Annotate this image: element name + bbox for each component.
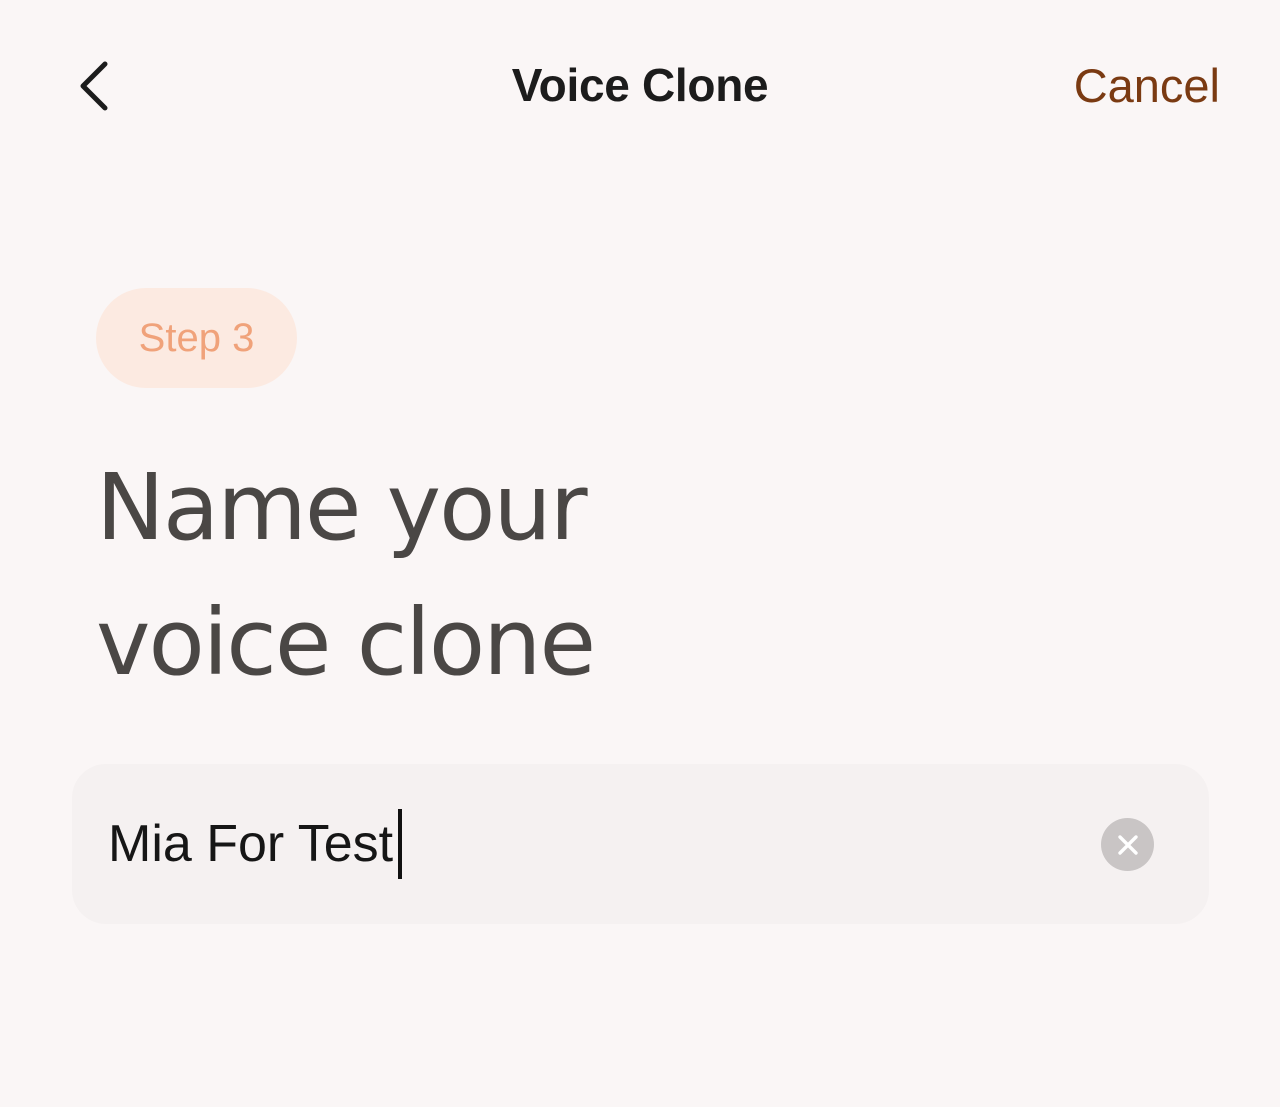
chevron-left-icon (80, 61, 108, 111)
clear-icon (1117, 834, 1138, 855)
page-heading: Name your voice clone (96, 440, 896, 710)
voice-name-input[interactable] (108, 806, 1068, 882)
heading-line-2: voice clone (96, 589, 596, 696)
name-field-container (72, 764, 1209, 924)
text-cursor (398, 809, 402, 879)
clear-button[interactable] (1101, 818, 1154, 871)
heading-line-1: Name your (96, 454, 588, 561)
back-button[interactable] (66, 56, 122, 116)
cancel-button[interactable]: Cancel (1074, 58, 1220, 113)
nav-bar: Voice Clone Cancel (0, 0, 1280, 170)
step-badge: Step 3 (96, 288, 297, 388)
